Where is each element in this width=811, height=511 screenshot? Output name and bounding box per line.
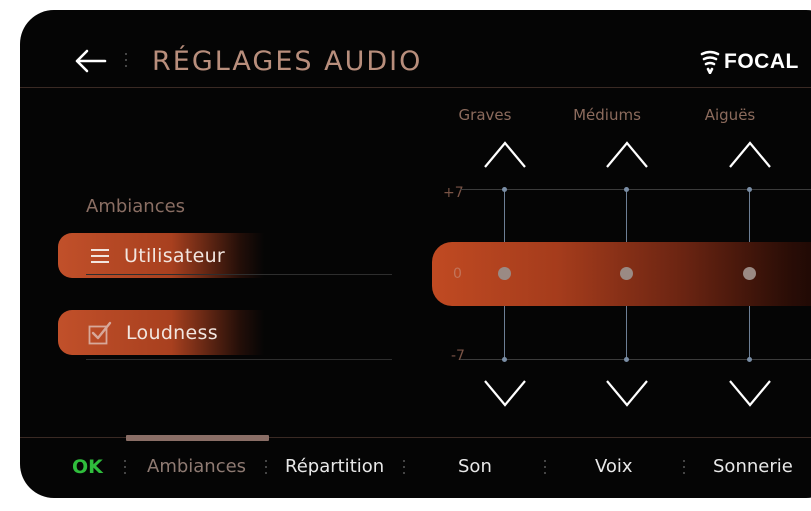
loudness-label: Loudness [126,321,218,344]
separator [682,460,686,478]
scale-max-label: +7 [443,185,464,201]
band-label-graves: Graves [458,106,512,124]
aigues-down-chevron-down-icon[interactable] [727,377,773,411]
mediums-up-chevron-up-icon[interactable] [604,137,650,171]
band-label-aigues: Aiguës [704,106,756,124]
preset-button[interactable]: Utilisateur [58,233,264,278]
header-divider [20,87,811,88]
checkbox-checked-icon [88,321,112,344]
screen: RÉGLAGES AUDIO FOCAL Ambiances Utilisate… [20,10,811,498]
scale-mid-label: 0 [453,266,462,282]
tab-sonnerie[interactable]: Sonnerie [713,456,793,477]
band-label-mediums: Médiums [573,106,641,124]
ambiances-label: Ambiances [86,196,186,217]
aigues-up-chevron-up-icon[interactable] [727,137,773,171]
mediums-slider-knob[interactable] [620,267,633,280]
mediums-top-tick [624,187,629,192]
mediums-bottom-tick [624,357,629,362]
graves-slider-knob[interactable] [498,267,511,280]
loudness-underline [86,359,392,360]
page-title: RÉGLAGES AUDIO [152,46,423,77]
brand-name: FOCAL [724,50,799,73]
scale-min-label: -7 [451,348,465,364]
tab-ambiances[interactable]: Ambiances [147,456,246,477]
separator [264,460,268,478]
active-tab-indicator [126,435,269,441]
separator [124,53,128,71]
scale-min-line [460,359,811,360]
tab-voix[interactable]: Voix [595,456,633,477]
ok-button[interactable]: OK [72,456,103,478]
separator [543,460,547,478]
graves-top-tick [502,187,507,192]
scale-max-line [460,189,811,190]
tab-repartition[interactable]: Répartition [285,456,384,477]
separator [123,460,127,478]
mediums-down-chevron-down-icon[interactable] [604,377,650,411]
separator [402,460,406,478]
aigues-slider-knob[interactable] [743,267,756,280]
loudness-toggle[interactable]: Loudness [58,310,264,355]
brand: FOCAL [700,48,799,76]
aigues-bottom-tick [747,357,752,362]
preset-underline [86,274,392,275]
graves-down-chevron-down-icon[interactable] [482,377,528,411]
menu-icon [91,248,109,263]
graves-bottom-tick [502,357,507,362]
arrow-left-icon[interactable] [74,48,108,74]
preset-label: Utilisateur [124,244,226,267]
focal-logo-icon [700,50,720,74]
tab-son[interactable]: Son [458,456,492,477]
aigues-top-tick [747,187,752,192]
graves-up-chevron-up-icon[interactable] [482,137,528,171]
